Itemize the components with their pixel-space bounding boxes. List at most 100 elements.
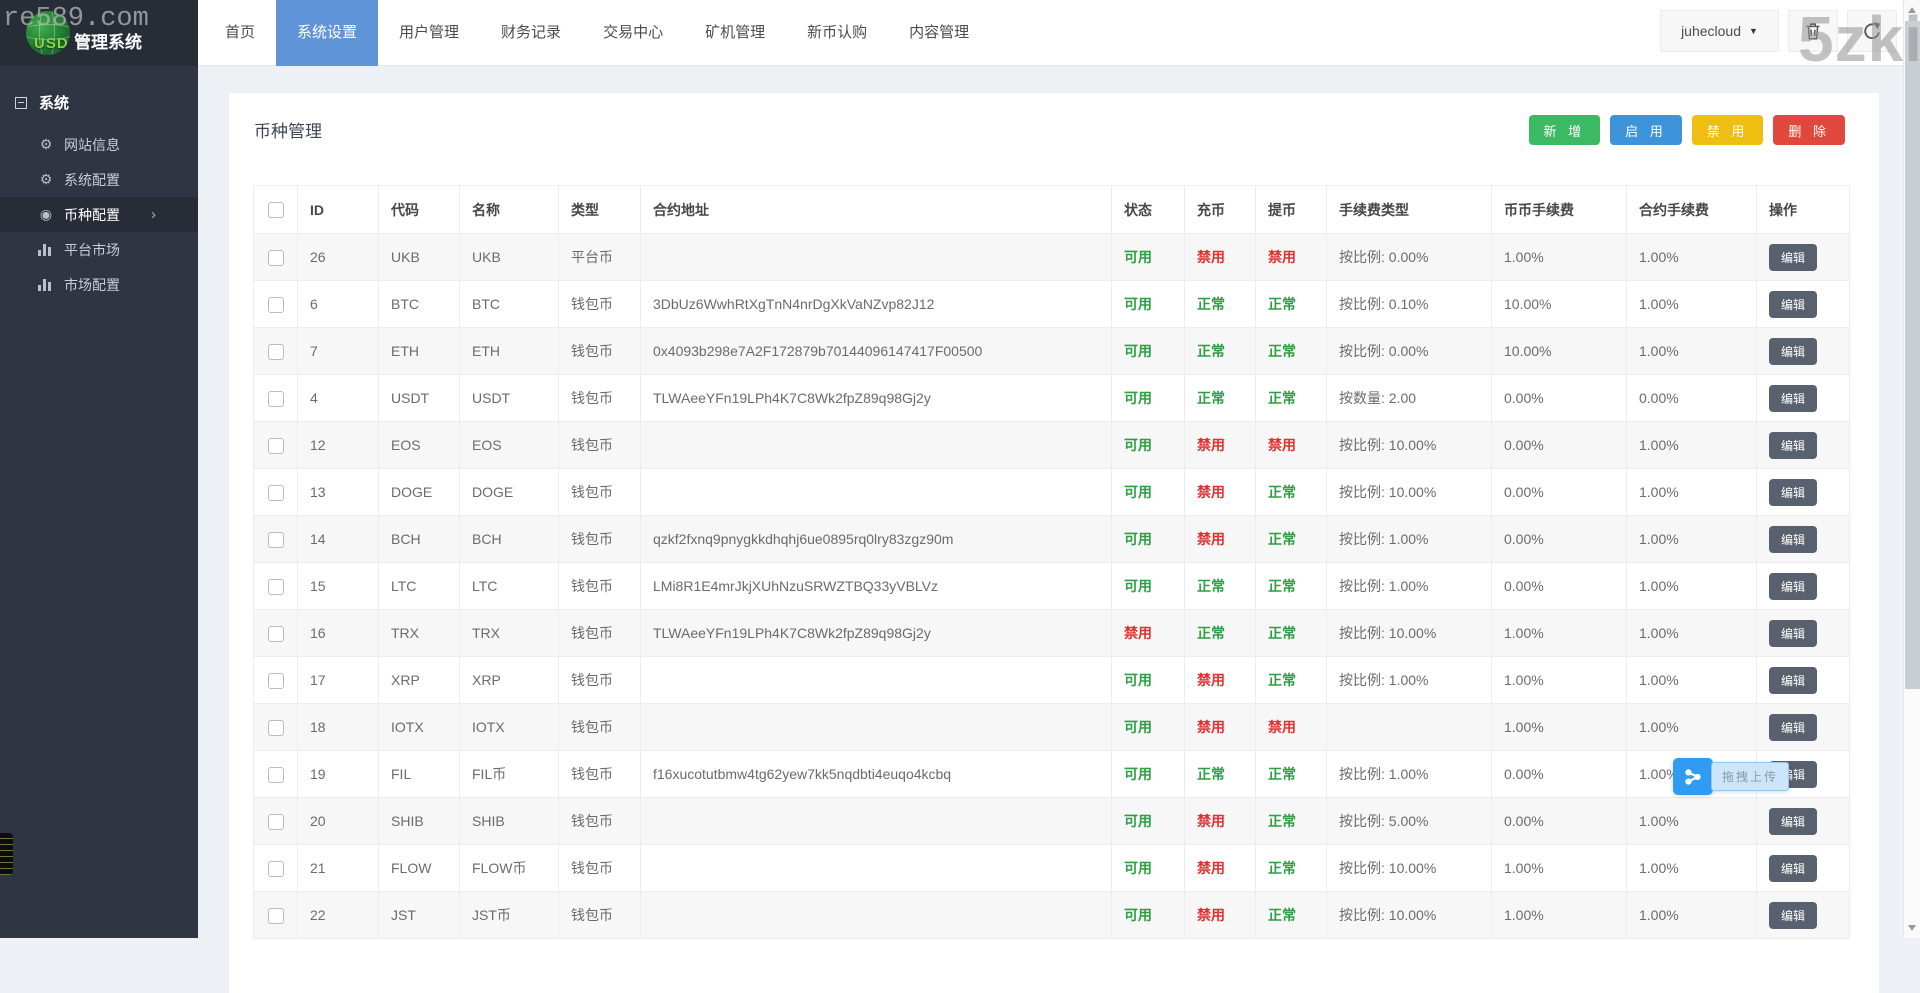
add-button[interactable]: 新 增 (1529, 115, 1601, 145)
edit-button[interactable]: 编辑 (1769, 573, 1817, 600)
share-upload-icon[interactable] (1673, 758, 1713, 795)
cell-id: 18 (298, 704, 379, 751)
cell-fee-type: 按比例: 10.00% (1327, 422, 1492, 469)
row-checkbox[interactable] (268, 767, 284, 783)
edit-button[interactable]: 编辑 (1769, 808, 1817, 835)
col-header-coin-fee: 币币手续费 (1492, 186, 1627, 234)
nav-item-miner-management[interactable]: 矿机管理 (684, 0, 786, 66)
cell-withdraw: 正常 (1256, 516, 1327, 563)
cell-contract-fee: 1.00% (1627, 798, 1757, 845)
cell-fee-type: 按比例: 10.00% (1327, 610, 1492, 657)
row-checkbox[interactable] (268, 579, 284, 595)
row-checkbox[interactable] (268, 861, 284, 877)
cell-deposit: 正常 (1185, 751, 1256, 798)
cell-coin-fee: 1.00% (1492, 234, 1627, 281)
drag-upload-label[interactable]: 拖拽上传 (1711, 762, 1789, 791)
sidebar-item-site-info[interactable]: ⚙ 网站信息 (0, 127, 198, 162)
minimized-side-widget[interactable] (0, 833, 13, 875)
row-checkbox[interactable] (268, 720, 284, 736)
cell-deposit: 禁用 (1185, 234, 1256, 281)
cell-id: 15 (298, 563, 379, 610)
edit-button[interactable]: 编辑 (1769, 667, 1817, 694)
select-all-checkbox[interactable] (268, 202, 284, 218)
enable-button[interactable]: 启 用 (1610, 115, 1682, 145)
nav-item-user-management[interactable]: 用户管理 (378, 0, 480, 66)
bar-chart-icon (38, 244, 54, 256)
edit-button[interactable]: 编辑 (1769, 291, 1817, 318)
cell-withdraw: 正常 (1256, 563, 1327, 610)
cell-status: 可用 (1112, 657, 1185, 704)
col-header-fee-type: 手续费类型 (1327, 186, 1492, 234)
row-checkbox[interactable] (268, 297, 284, 313)
edit-button[interactable]: 编辑 (1769, 855, 1817, 882)
page-title: 币种管理 (254, 117, 322, 142)
row-checkbox[interactable] (268, 908, 284, 924)
row-checkbox[interactable] (268, 344, 284, 360)
table-header-row: ID 代码 名称 类型 合约地址 状态 充币 提币 手续费类型 币币手续费 合约… (254, 186, 1850, 234)
scroll-down-arrow-icon[interactable] (1908, 925, 1916, 931)
edit-button[interactable]: 编辑 (1769, 385, 1817, 412)
cell-code: JST (379, 892, 460, 939)
coin-management-card: 币种管理 新 增 启 用 禁 用 删 除 ID 代码 (229, 93, 1879, 993)
edit-button[interactable]: 编辑 (1769, 620, 1817, 647)
cell-withdraw: 正常 (1256, 845, 1327, 892)
nav-item-content-management[interactable]: 内容管理 (888, 0, 990, 66)
sidebar-section-system[interactable]: 系统 (0, 66, 198, 127)
delete-button[interactable]: 删 除 (1773, 115, 1845, 145)
cell-contract-address (641, 657, 1112, 704)
cell-contract-fee: 1.00% (1627, 469, 1757, 516)
scroll-up-arrow-icon[interactable] (1908, 7, 1916, 13)
edit-button[interactable]: 编辑 (1769, 714, 1817, 741)
nav-item-system-settings[interactable]: 系统设置 (276, 0, 378, 66)
sidebar-item-system-config[interactable]: ⚙ 系统配置 (0, 162, 198, 197)
edit-button[interactable]: 编辑 (1769, 244, 1817, 271)
cell-type: 钱包币 (559, 610, 641, 657)
edit-button[interactable]: 编辑 (1769, 479, 1817, 506)
edit-button[interactable]: 编辑 (1769, 902, 1817, 929)
sidebar-item-market-config[interactable]: 市场配置 (0, 267, 198, 302)
table-row: 16 TRX TRX 钱包币 TLWAeeYFn19LPh4K7C8Wk2fpZ… (254, 610, 1850, 657)
cell-code: XRP (379, 657, 460, 704)
row-checkbox[interactable] (268, 438, 284, 454)
cell-name: TRX (460, 610, 559, 657)
cell-code: USDT (379, 375, 460, 422)
table-row: 14 BCH BCH 钱包币 qzkf2fxnq9pnygkkdhqhj6ue0… (254, 516, 1850, 563)
cell-contract-address: qzkf2fxnq9pnygkkdhqhj6ue0895rq0lry83zgz9… (641, 516, 1112, 563)
row-checkbox[interactable] (268, 250, 284, 266)
cell-type: 钱包币 (559, 704, 641, 751)
vertical-scrollbar[interactable] (1903, 0, 1920, 938)
trash-button[interactable] (1788, 10, 1838, 52)
disable-button[interactable]: 禁 用 (1692, 115, 1764, 145)
row-checkbox[interactable] (268, 485, 284, 501)
refresh-button[interactable] (1847, 10, 1897, 52)
sidebar-item-platform-market[interactable]: 平台市场 (0, 232, 198, 267)
col-header-deposit: 充币 (1185, 186, 1256, 234)
drag-upload-widget[interactable]: 拖拽上传 (1673, 758, 1789, 795)
nav-item-finance-records[interactable]: 财务记录 (480, 0, 582, 66)
cell-status: 可用 (1112, 798, 1185, 845)
cell-deposit: 禁用 (1185, 798, 1256, 845)
cell-withdraw: 禁用 (1256, 704, 1327, 751)
row-checkbox[interactable] (268, 673, 284, 689)
nav-item-new-coin[interactable]: 新币认购 (786, 0, 888, 66)
sidebar-section-label: 系统 (39, 92, 69, 113)
edit-button[interactable]: 编辑 (1769, 338, 1817, 365)
cell-name: EOS (460, 422, 559, 469)
scrollbar-thumb[interactable] (1905, 21, 1920, 689)
row-checkbox[interactable] (268, 814, 284, 830)
user-dropdown[interactable]: juhecloud ▼ (1660, 10, 1779, 52)
collapse-icon (15, 97, 27, 109)
sidebar: 系统 ⚙ 网站信息 ⚙ 系统配置 ◉ 币种配置 › 平台市场 市场配置 (0, 66, 198, 938)
cell-status: 可用 (1112, 234, 1185, 281)
edit-button[interactable]: 编辑 (1769, 432, 1817, 459)
row-checkbox[interactable] (268, 626, 284, 642)
row-checkbox[interactable] (268, 391, 284, 407)
sidebar-item-coin-config[interactable]: ◉ 币种配置 › (0, 197, 198, 232)
cell-contract-fee: 1.00% (1627, 704, 1757, 751)
nav-item-home[interactable]: 首页 (204, 0, 276, 66)
cell-contract-address (641, 845, 1112, 892)
nav-item-trade-center[interactable]: 交易中心 (582, 0, 684, 66)
cell-contract-address: 0x4093b298e7A2F172879b70144096147417F005… (641, 328, 1112, 375)
row-checkbox[interactable] (268, 532, 284, 548)
edit-button[interactable]: 编辑 (1769, 526, 1817, 553)
